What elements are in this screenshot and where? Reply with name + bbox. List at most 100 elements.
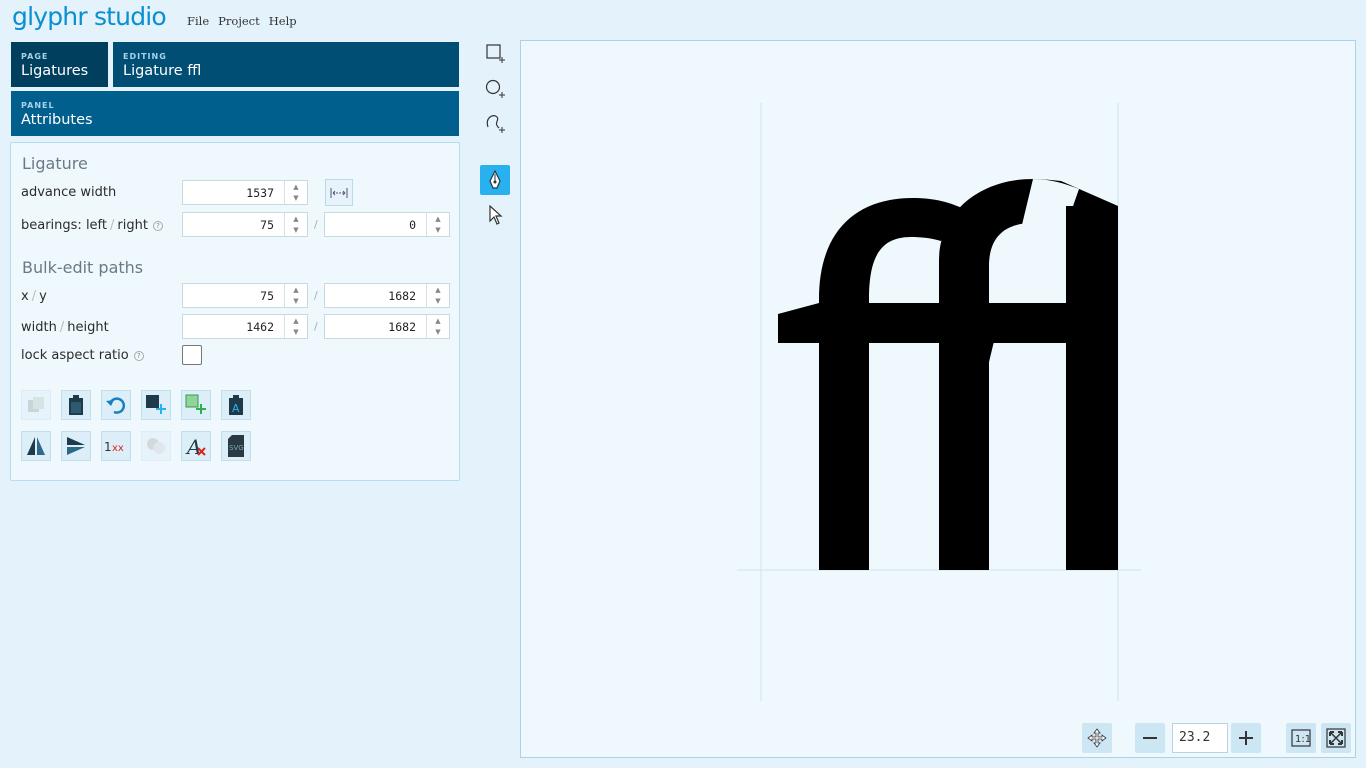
bearing-right-value: 0 <box>409 217 416 232</box>
add-path-icon <box>146 395 166 414</box>
export-svg-button[interactable]: SVG <box>221 431 251 461</box>
delete-glyph-icon: A <box>185 435 206 457</box>
svg-text:xx: xx <box>112 443 124 453</box>
flip-vertical-icon <box>67 437 85 455</box>
advance-width-stepper[interactable]: ▲ ▼ <box>284 181 307 204</box>
nav-panel-label: PANEL <box>21 101 55 110</box>
nav-page-label: PAGE <box>21 52 49 61</box>
export-svg-icon: SVG <box>228 435 244 457</box>
move-icon <box>1087 728 1107 748</box>
remove-kerning-button[interactable]: 1 xx <box>101 431 131 461</box>
x-value: 75 <box>260 288 274 303</box>
add-component-icon <box>185 394 206 414</box>
lock-aspect-label: lock aspect ratio? <box>21 348 144 363</box>
new-path-tool[interactable] <box>480 108 510 138</box>
zoom-one-to-one-button[interactable]: 1:1 <box>1286 723 1316 753</box>
help-icon[interactable]: ? <box>133 351 144 361</box>
minus-icon <box>1143 737 1157 739</box>
x-stepper[interactable]: ▲ ▼ <box>284 284 307 307</box>
bearing-right-field[interactable]: 0 ▲ ▼ <box>324 212 450 237</box>
lock-aspect-checkbox[interactable] <box>182 345 202 365</box>
flip-horizontal-button[interactable] <box>21 431 51 461</box>
main-menu: File Project Help <box>187 14 306 28</box>
paste-button[interactable] <box>61 390 91 420</box>
advance-width-label: advance width <box>21 185 117 200</box>
height-field[interactable]: 1682 ▲ ▼ <box>324 314 450 339</box>
paste-icon <box>69 395 83 415</box>
rectangle-add-icon <box>486 44 505 63</box>
add-component-button[interactable] <box>181 390 211 420</box>
zoom-in-button[interactable] <box>1231 723 1261 753</box>
combine-icon <box>147 438 165 454</box>
width-value: 1462 <box>246 319 274 334</box>
ligature-section-title: Ligature <box>22 154 88 173</box>
pen-tool[interactable] <box>480 165 510 195</box>
combine-button[interactable] <box>141 431 171 461</box>
pointer-tool[interactable] <box>480 200 510 230</box>
nav-editing-tile[interactable]: EDITING Ligature ffl <box>113 42 459 87</box>
y-field[interactable]: 1682 ▲ ▼ <box>324 283 450 308</box>
zoom-out-button[interactable] <box>1135 723 1165 753</box>
fit-screen-icon <box>1326 728 1346 748</box>
bearing-left-value: 75 <box>260 217 274 232</box>
copy-icon <box>28 397 44 412</box>
new-rectangle-tool[interactable] <box>480 38 510 68</box>
bearing-right-stepper[interactable]: ▲ ▼ <box>426 213 449 236</box>
menu-help[interactable]: Help <box>269 14 297 28</box>
bearings-label: bearings: left / right? <box>21 218 163 233</box>
y-stepper[interactable]: ▲ ▼ <box>426 284 449 307</box>
separator: / <box>314 218 318 231</box>
svg-text:1:1: 1:1 <box>1295 734 1311 745</box>
copy-button[interactable] <box>21 390 51 420</box>
delete-glyph-button[interactable]: A <box>181 431 211 461</box>
menu-project[interactable]: Project <box>218 14 260 28</box>
glyph-link-button[interactable]: A <box>221 390 251 420</box>
edit-canvas[interactable]: 23.2 1:1 <box>520 40 1356 758</box>
advance-width-field[interactable]: 1537 ▲ ▼ <box>182 180 308 205</box>
add-path-button[interactable] <box>141 390 171 420</box>
glyph-ffl[interactable] <box>778 179 1118 570</box>
width-stepper[interactable]: ▲ ▼ <box>284 315 307 338</box>
pen-icon <box>489 170 501 189</box>
pointer-icon <box>489 205 503 225</box>
flip-horizontal-icon <box>27 437 45 455</box>
width-arrows-icon <box>330 187 348 198</box>
flip-vertical-button[interactable] <box>61 431 91 461</box>
y-label: y <box>39 289 47 304</box>
advance-width-value: 1537 <box>246 185 274 200</box>
height-value: 1682 <box>388 319 416 334</box>
nav-panel-value: Attributes <box>21 112 93 128</box>
app-logo: glyphr studio <box>12 2 167 31</box>
svg-text:A: A <box>232 402 240 415</box>
width-field[interactable]: 1462 ▲ ▼ <box>182 314 308 339</box>
svg-text:SVG: SVG <box>229 444 244 452</box>
xy-label: x / y <box>21 289 47 304</box>
attributes-panel: Ligature advance width 1537 ▲ ▼ bearings:… <box>10 142 460 481</box>
bearing-left-stepper[interactable]: ▲ ▼ <box>284 213 307 236</box>
help-icon[interactable]: ? <box>152 221 163 231</box>
oval-add-icon <box>485 79 505 98</box>
nav-page-value: Ligatures <box>21 63 89 79</box>
glyph-canvas-svg[interactable] <box>521 41 1357 759</box>
height-stepper[interactable]: ▲ ▼ <box>426 315 449 338</box>
zoom-fit-button[interactable] <box>1321 723 1351 753</box>
zoom-level-input[interactable]: 23.2 <box>1172 723 1228 753</box>
x-label: x <box>21 289 29 304</box>
undo-icon <box>106 397 125 414</box>
lock-aspect-text: lock aspect ratio <box>21 348 129 363</box>
new-oval-tool[interactable] <box>480 73 510 103</box>
bearing-left-field[interactable]: 75 ▲ ▼ <box>182 212 308 237</box>
glyph-link-icon: A <box>229 395 243 415</box>
auto-width-button[interactable] <box>325 179 353 206</box>
bearings-right-label: right <box>117 218 148 233</box>
nav-panel-tile[interactable]: PANEL Attributes <box>11 91 459 136</box>
nav-page-tile[interactable]: PAGE Ligatures <box>11 42 108 87</box>
menu-file[interactable]: File <box>187 14 209 28</box>
separator: / <box>314 289 318 302</box>
pan-button[interactable] <box>1082 723 1112 753</box>
undo-button[interactable] <box>101 390 131 420</box>
bearings-left-label: bearings: left <box>21 218 108 233</box>
x-field[interactable]: 75 ▲ ▼ <box>182 283 308 308</box>
nav-editing-label: EDITING <box>123 52 167 61</box>
path-add-icon <box>486 115 505 133</box>
